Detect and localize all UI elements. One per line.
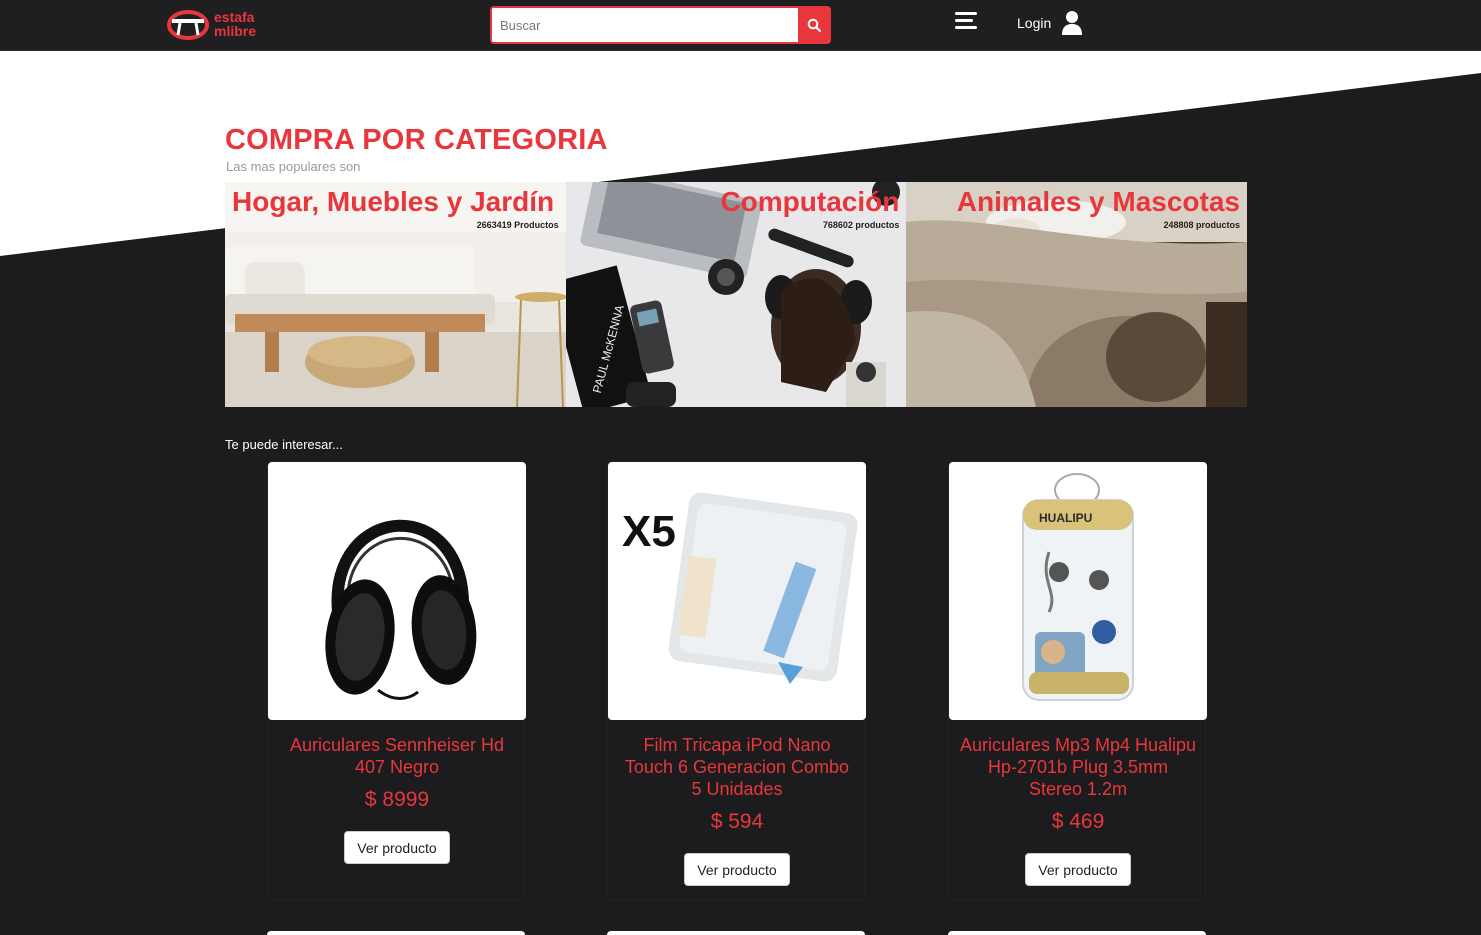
search-icon: [807, 18, 821, 32]
category-tile-mascotas[interactable]: Animales y Mascotas 248808 productos: [906, 182, 1248, 407]
product-card: HUALIPU Auriculares Mp3 Mp4 Hualipu Hp-2…: [948, 461, 1207, 901]
product-price: $ 469: [1051, 810, 1105, 833]
logo-mark-icon: [167, 10, 209, 40]
login-button[interactable]: Login: [1017, 10, 1083, 36]
product-card-next-row: [607, 931, 865, 935]
product-name[interactable]: Film Tricapa iPod Nano Touch 6 Generacio…: [618, 734, 856, 800]
brand-logo[interactable]: estafa mlibre: [166, 8, 266, 42]
category-title: Hogar, Muebles y Jardín: [232, 186, 555, 217]
category-tile-computacion[interactable]: PAUL McKENNA Computación 768602 producto…: [565, 182, 907, 407]
login-label: Login: [1017, 15, 1052, 31]
product-image-text: HUALIPU: [1039, 511, 1092, 525]
product-card-next-row: [267, 931, 525, 935]
product-name[interactable]: Auriculares Sennheiser Hd 407 Negro: [278, 734, 516, 778]
brand-wordmark: estafa mlibre: [214, 10, 256, 38]
brand-line2: mlibre: [214, 23, 257, 39]
recommendations-label: Te puede interesar...: [225, 437, 343, 452]
search-button[interactable]: [798, 8, 829, 42]
brand-line1: estafa: [214, 9, 255, 25]
search-bar: [490, 6, 831, 44]
category-title: Computación: [720, 186, 900, 217]
section-subtitle: Las mas populares son: [226, 159, 361, 174]
user-icon: [1062, 11, 1083, 35]
product-image-screen-film[interactable]: X5: [608, 462, 866, 720]
view-product-button[interactable]: Ver producto: [344, 831, 450, 864]
category-title: Animales y Mascotas: [956, 186, 1241, 217]
product-price: $ 594: [710, 810, 764, 833]
category-grid: Hogar, Muebles y Jardín 2663419 Producto…: [225, 182, 1248, 407]
product-image-headphones[interactable]: [268, 462, 526, 720]
category-tile-hogar[interactable]: Hogar, Muebles y Jardín 2663419 Producto…: [225, 182, 566, 407]
product-card: X5 Film Tricapa iPod Nano Touch 6 Genera…: [607, 461, 866, 901]
category-count: 248808 productos: [1163, 220, 1241, 230]
section-title: COMPRA POR CATEGORIA: [225, 124, 608, 156]
hamburger-menu-icon[interactable]: [955, 12, 979, 34]
category-count: 2663419 Productos: [476, 220, 559, 230]
product-card: Auriculares Sennheiser Hd 407 Negro $ 89…: [267, 461, 526, 901]
search-input[interactable]: [492, 8, 799, 42]
product-image-text: X5: [622, 507, 676, 556]
view-product-button[interactable]: Ver producto: [1025, 853, 1131, 886]
product-name[interactable]: Auriculares Mp3 Mp4 Hualipu Hp-2701b Plu…: [959, 734, 1197, 800]
product-price: $ 8999: [364, 788, 430, 811]
product-image-earphones-tube[interactable]: HUALIPU: [949, 462, 1207, 720]
product-card-next-row: [948, 931, 1206, 935]
view-product-button[interactable]: Ver producto: [684, 853, 790, 886]
top-navbar: estafa mlibre Login: [0, 0, 1481, 51]
category-count: 768602 productos: [822, 220, 900, 230]
